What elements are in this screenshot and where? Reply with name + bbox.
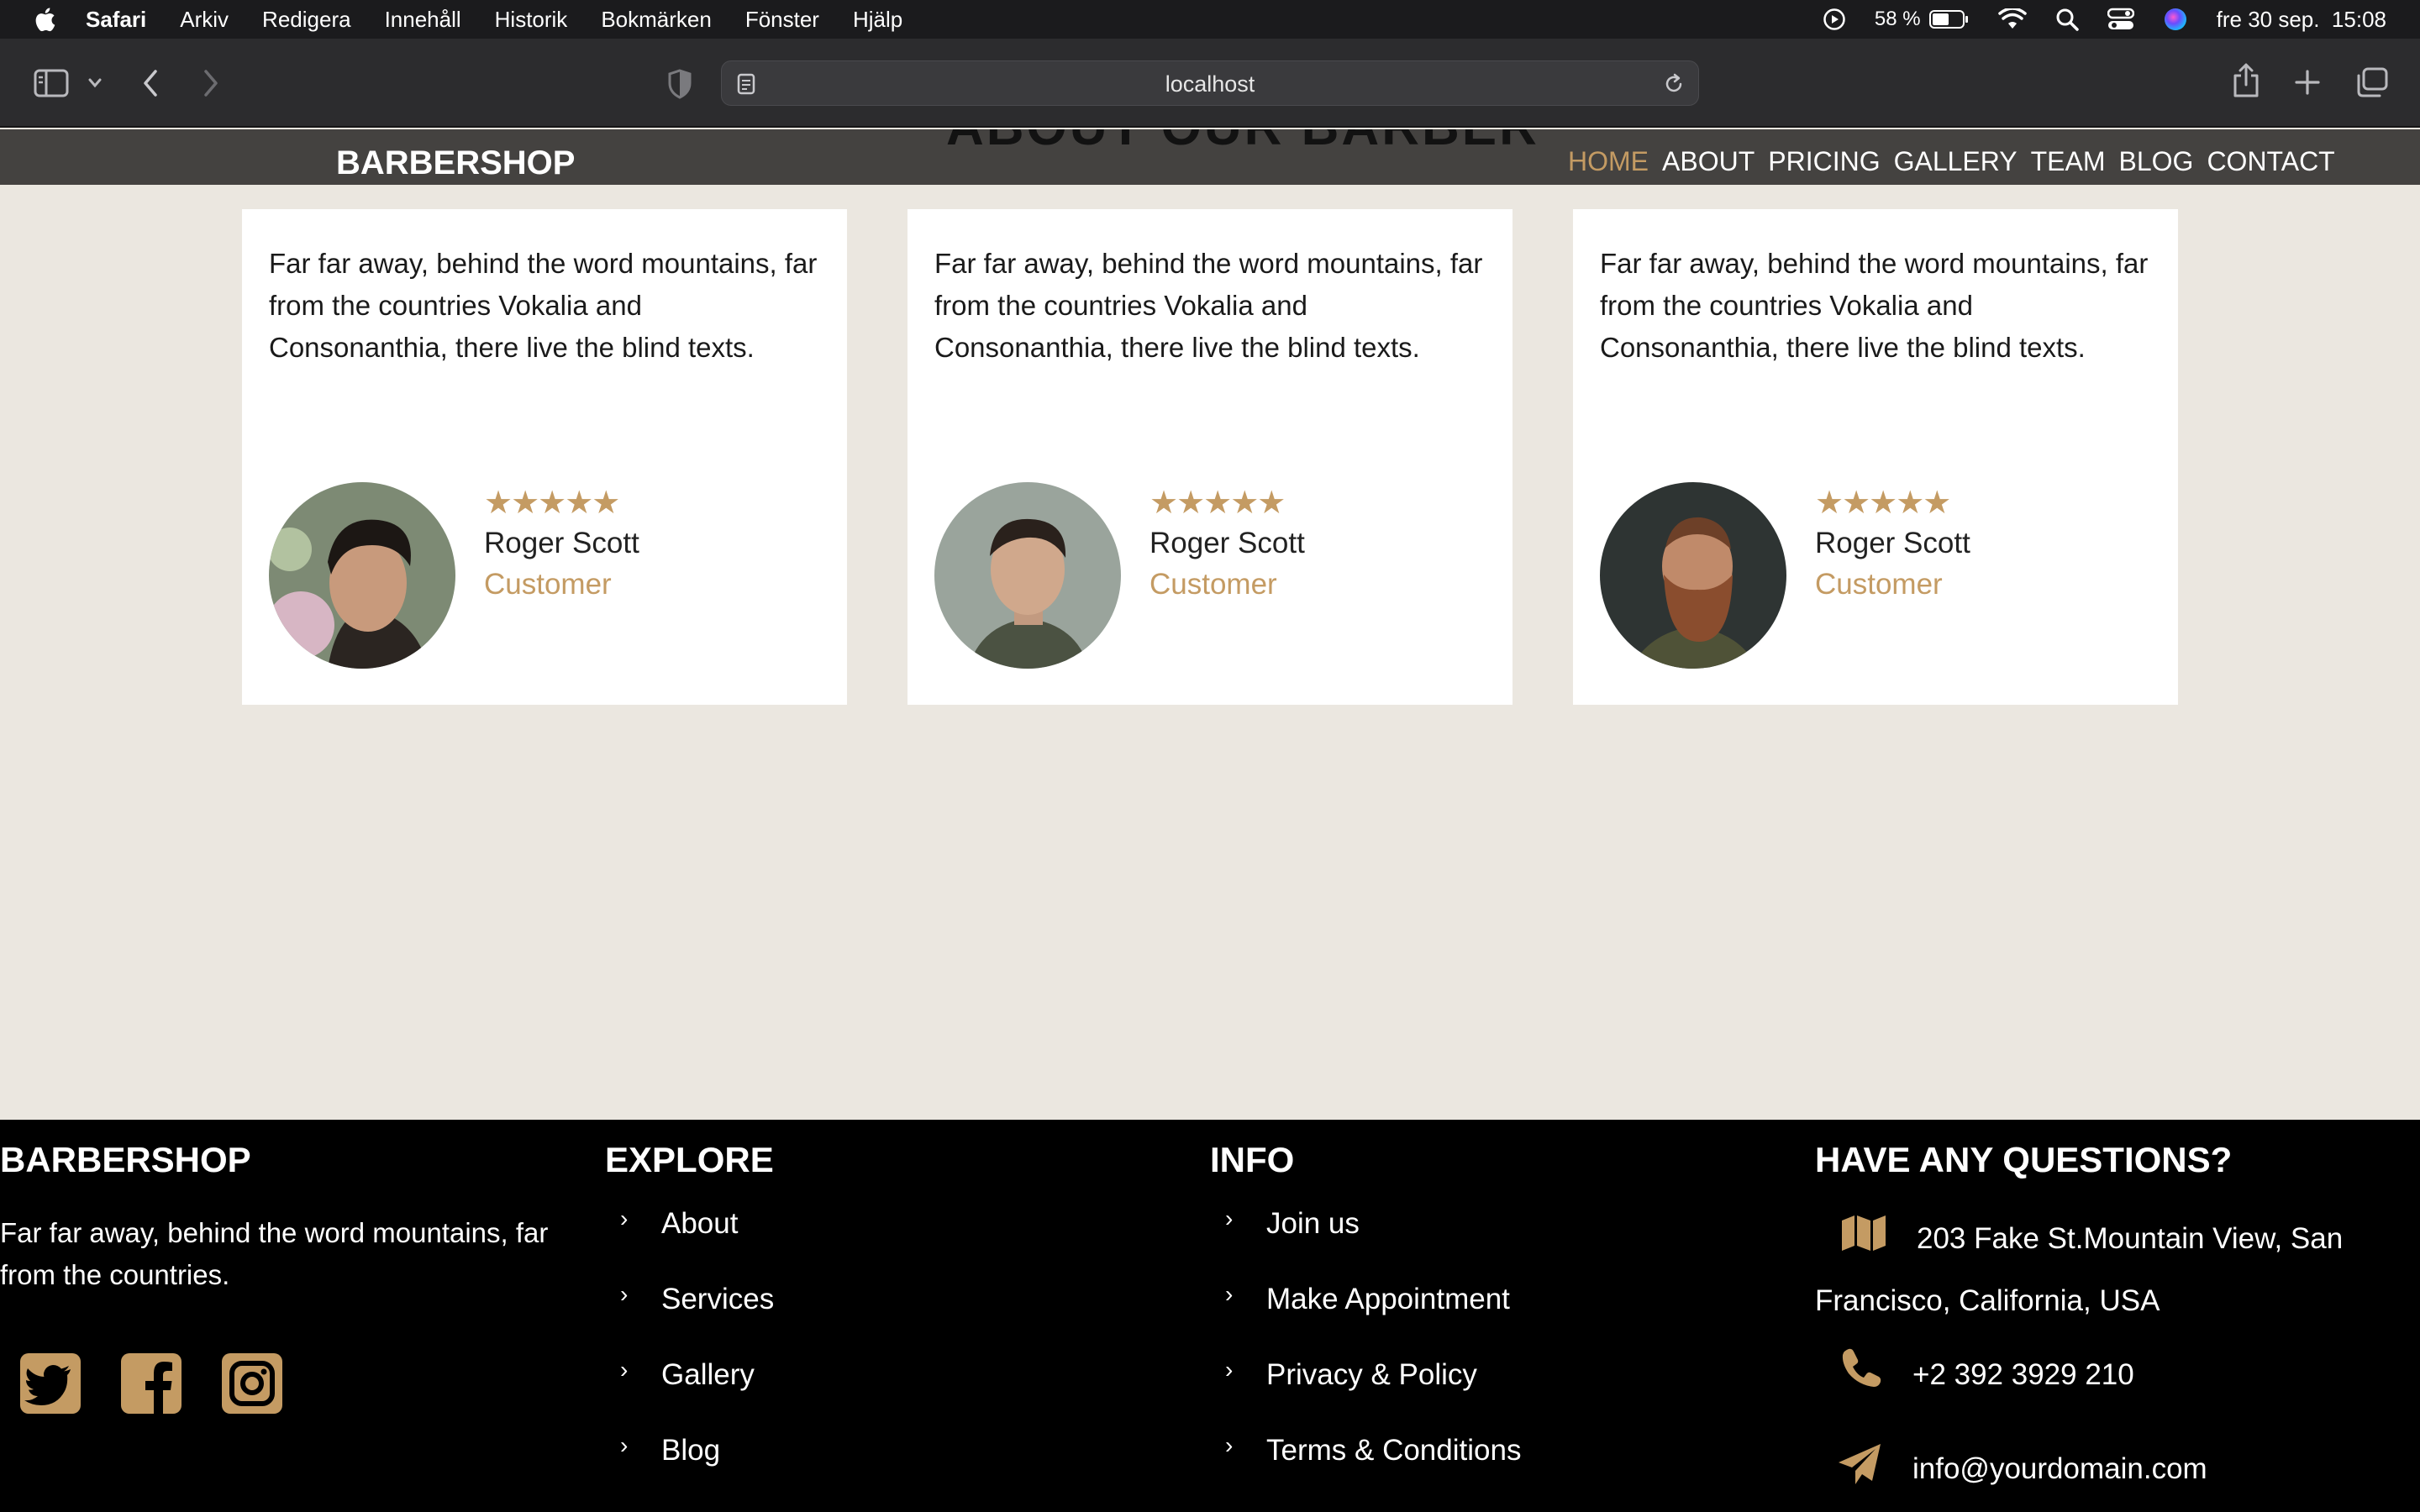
- chevron-right-icon: ›: [620, 1432, 629, 1458]
- avatar: [1600, 482, 1786, 669]
- footer-link-privacy[interactable]: Privacy & Policy: [1266, 1358, 1477, 1392]
- nav-about[interactable]: ABOUT: [1662, 146, 1754, 177]
- share-icon[interactable]: [2232, 62, 2260, 99]
- avatar: [934, 482, 1121, 669]
- new-tab-icon[interactable]: [2294, 69, 2321, 96]
- menu-innehall[interactable]: Innehåll: [385, 7, 461, 33]
- testimonial-quote: Far far away, behind the word mountains,…: [1600, 248, 2149, 363]
- testimonial-quote: Far far away, behind the word mountains,…: [269, 248, 818, 363]
- footer-about-text: Far far away, behind the word mountains,…: [0, 1217, 549, 1290]
- siri-icon[interactable]: [2163, 7, 2188, 32]
- avatar: [269, 482, 455, 669]
- nav-team[interactable]: TEAM: [2031, 146, 2106, 177]
- rating-stars: ★★★★★: [484, 486, 620, 521]
- customer-role: Customer: [1150, 568, 1277, 601]
- chevron-right-icon: ›: [1225, 1205, 1234, 1231]
- address-bar[interactable]: localhost: [721, 60, 1699, 106]
- customer-role: Customer: [1815, 568, 1943, 601]
- wifi-icon[interactable]: [1997, 8, 2027, 30]
- nav-pricing[interactable]: PRICING: [1768, 146, 1880, 177]
- nav-contact[interactable]: CONTACT: [2207, 146, 2334, 177]
- customer-name: Roger Scott: [484, 527, 639, 559]
- paper-plane-icon: [1839, 1444, 1881, 1484]
- site-logo[interactable]: BARBERSHOP: [336, 144, 575, 182]
- facebook-icon[interactable]: [121, 1353, 182, 1414]
- menu-bokmarken[interactable]: Bokmärken: [601, 7, 712, 33]
- sidebar-toggle-icon[interactable]: [34, 69, 69, 97]
- macos-menu-bar: Safari Arkiv Redigera Innehåll Historik …: [0, 0, 2420, 39]
- now-playing-icon[interactable]: [1823, 8, 1846, 31]
- menu-app-name[interactable]: Safari: [86, 7, 146, 33]
- instagram-icon[interactable]: [222, 1353, 282, 1414]
- footer-questions-heading: HAVE ANY QUESTIONS?: [1815, 1140, 2233, 1179]
- chevron-down-icon[interactable]: [87, 77, 103, 89]
- url-text[interactable]: localhost: [722, 61, 1698, 107]
- battery-status[interactable]: 58 %: [1875, 8, 1970, 31]
- phone-icon: [1842, 1348, 1881, 1387]
- main-nav: HOME ABOUT PRICING GALLERY TEAM BLOG CON…: [1568, 146, 2335, 177]
- testimonial-quote: Far far away, behind the word mountains,…: [934, 248, 1483, 363]
- nav-gallery[interactable]: GALLERY: [1894, 146, 2018, 177]
- chevron-right-icon: ›: [1225, 1432, 1234, 1458]
- footer-link-about[interactable]: About: [661, 1207, 738, 1241]
- testimonials-section: Far far away, behind the word mountains,…: [0, 185, 2420, 1120]
- battery-icon: [1928, 10, 1968, 29]
- contact-phone[interactable]: +2 392 3929 210: [1912, 1358, 2134, 1392]
- customer-name: Roger Scott: [1815, 527, 1970, 559]
- menu-redigera[interactable]: Redigera: [262, 7, 351, 33]
- footer-explore-heading: EXPLORE: [605, 1140, 774, 1179]
- nav-blog[interactable]: BLOG: [2119, 146, 2194, 177]
- testimonial-card: Far far away, behind the word mountains,…: [1573, 209, 2178, 705]
- spotlight-search-icon[interactable]: [2055, 8, 2079, 31]
- chevron-right-icon: ›: [620, 1281, 629, 1307]
- menu-arkiv[interactable]: Arkiv: [180, 7, 229, 33]
- footer-brand: BARBERSHOP: [0, 1140, 251, 1179]
- map-icon: [1842, 1215, 1886, 1251]
- chevron-right-icon: ›: [620, 1357, 629, 1383]
- menu-fonster[interactable]: Fönster: [745, 7, 819, 33]
- footer-link-appointment[interactable]: Make Appointment: [1266, 1283, 1510, 1316]
- chevron-right-icon: ›: [1225, 1357, 1234, 1383]
- footer-link-services[interactable]: Services: [661, 1283, 774, 1316]
- footer-link-terms[interactable]: Terms & Conditions: [1266, 1434, 1521, 1467]
- browser-toolbar: localhost: [0, 39, 2420, 128]
- contact-email[interactable]: info@yourdomain.com: [1912, 1452, 2207, 1486]
- apple-logo-icon[interactable]: [34, 7, 55, 32]
- section-title-partial: ABOUT OUR BARBER: [946, 129, 1539, 157]
- customer-name: Roger Scott: [1150, 527, 1305, 559]
- reload-icon[interactable]: [1663, 73, 1685, 95]
- back-icon[interactable]: [141, 69, 160, 97]
- customer-role: Customer: [484, 568, 612, 601]
- rating-stars: ★★★★★: [1815, 486, 1951, 521]
- address-line-2: Francisco, California, USA: [1815, 1284, 2160, 1317]
- site-footer: BARBERSHOP Far far away, behind the word…: [0, 1120, 2420, 1512]
- menu-datetime[interactable]: fre 30 sep. 15:08: [2217, 7, 2386, 33]
- control-center-icon[interactable]: [2107, 8, 2134, 31]
- tab-overview-icon[interactable]: [2356, 67, 2388, 97]
- testimonial-card: Far far away, behind the word mountains,…: [242, 209, 847, 705]
- footer-info-heading: INFO: [1210, 1140, 1295, 1179]
- footer-link-join[interactable]: Join us: [1266, 1207, 1360, 1241]
- privacy-shield-icon[interactable]: [667, 69, 692, 99]
- testimonial-card: Far far away, behind the word mountains,…: [908, 209, 1512, 705]
- chevron-right-icon: ›: [1225, 1281, 1234, 1307]
- menu-hjalp[interactable]: Hjälp: [853, 7, 902, 33]
- forward-icon[interactable]: [202, 69, 220, 97]
- chevron-right-icon: ›: [620, 1205, 629, 1231]
- footer-link-gallery[interactable]: Gallery: [661, 1358, 755, 1392]
- nav-home[interactable]: HOME: [1568, 146, 1649, 177]
- site-header: ABOUT OUR BARBER BARBERSHOP HOME ABOUT P…: [0, 129, 2420, 185]
- menu-historik[interactable]: Historik: [495, 7, 568, 33]
- address-line-1: 203 Fake St.Mountain View, San: [1917, 1222, 2344, 1255]
- footer-link-blog[interactable]: Blog: [661, 1434, 720, 1467]
- rating-stars: ★★★★★: [1150, 486, 1286, 521]
- twitter-icon[interactable]: [20, 1353, 81, 1414]
- battery-percent: 58 %: [1874, 8, 1921, 30]
